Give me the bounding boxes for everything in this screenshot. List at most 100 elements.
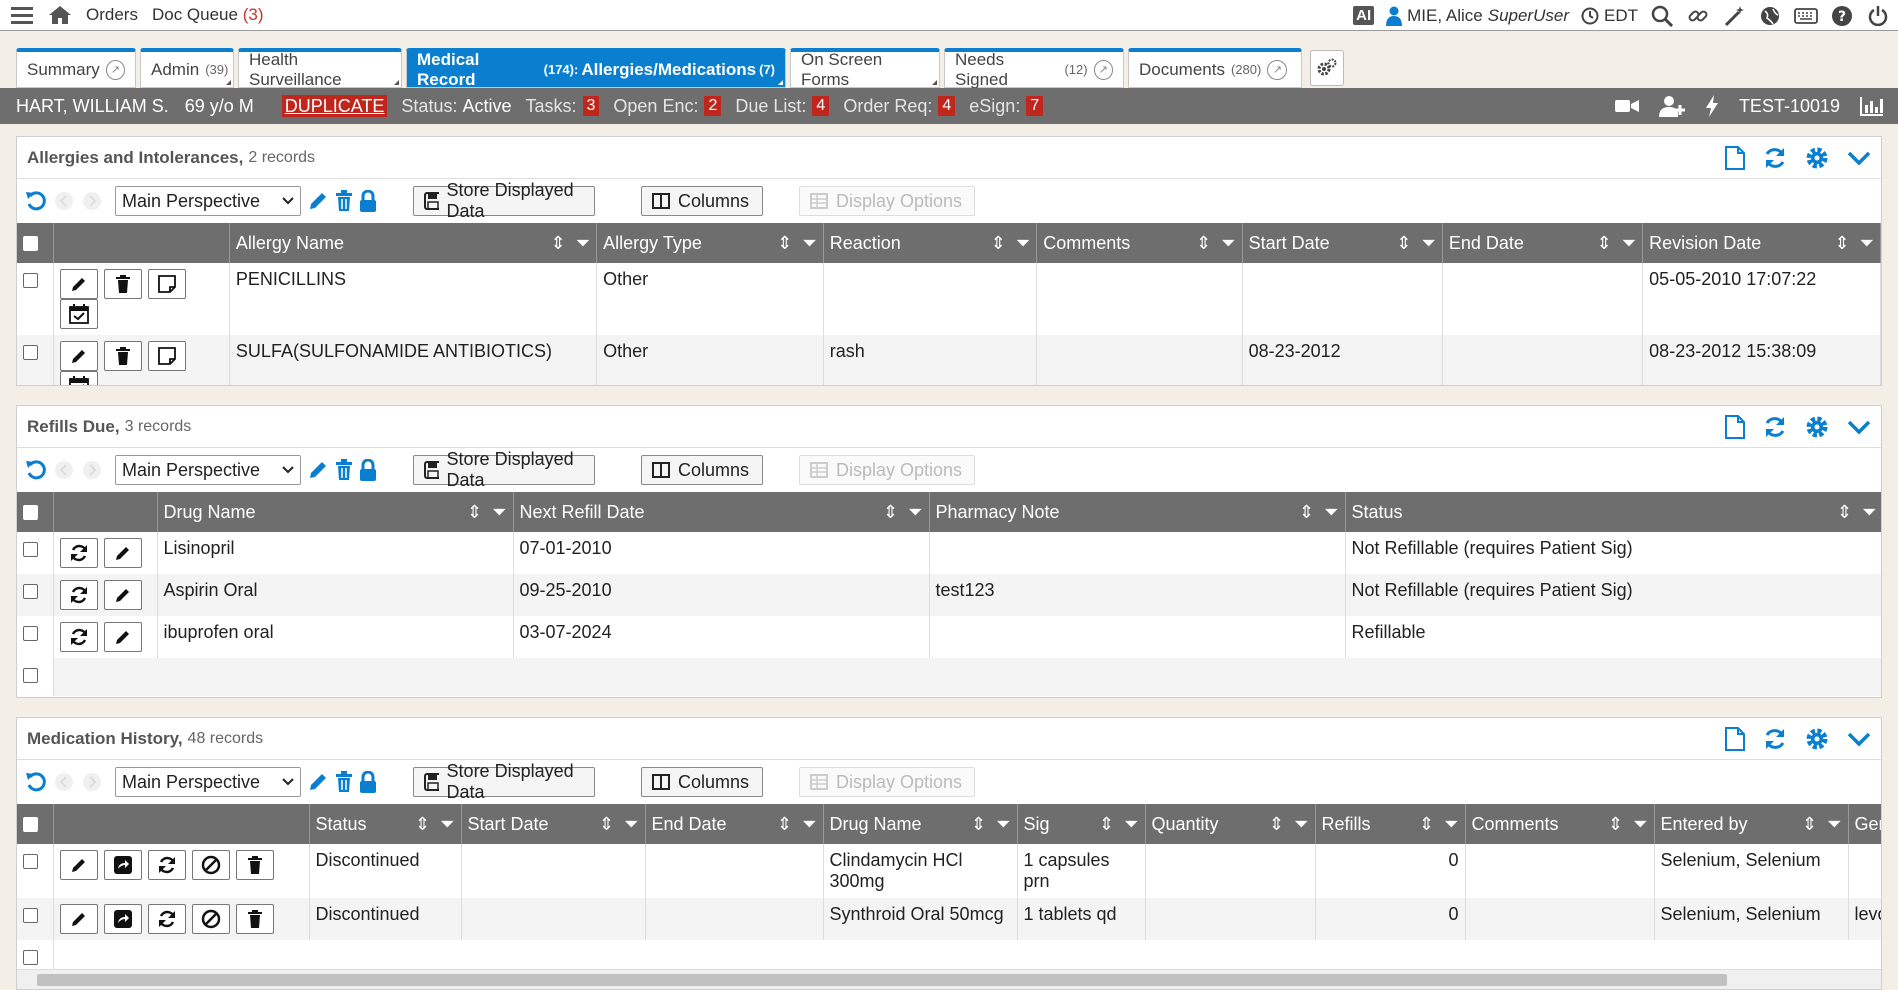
home-icon[interactable] xyxy=(48,3,72,27)
horizontal-scrollbar[interactable] xyxy=(17,969,1881,989)
store-displayed-data-button[interactable]: Store Displayed Data xyxy=(413,761,595,802)
timezone[interactable]: EDT xyxy=(1581,6,1638,26)
sort-icon[interactable]: ⇕ xyxy=(1608,814,1623,835)
discontinue-button[interactable] xyxy=(191,850,230,880)
edit-button[interactable] xyxy=(59,904,98,934)
column-header-quantity[interactable]: Quantity ⇕ ⏷ xyxy=(1145,804,1316,844)
filter-icon[interactable]: ⏷ xyxy=(802,233,816,254)
lightning-icon[interactable] xyxy=(1705,95,1719,117)
column-header-end-date[interactable]: End Date ⇕ ⏷ xyxy=(645,804,824,844)
columns-button[interactable]: Columns xyxy=(641,186,763,216)
edit-button[interactable] xyxy=(103,580,142,610)
sort-icon[interactable]: ⇕ xyxy=(1802,814,1817,835)
column-header-comments[interactable]: Comments ⇕ ⏷ xyxy=(1465,804,1655,844)
note-button[interactable] xyxy=(147,269,186,299)
filter-icon[interactable]: ⏷ xyxy=(1622,233,1636,254)
pencil-icon[interactable] xyxy=(307,190,329,212)
external-link-icon[interactable]: ↗ xyxy=(1093,59,1113,80)
lock-icon[interactable] xyxy=(359,771,377,793)
column-header-next-refill-date[interactable]: Next Refill Date ⇕ ⏷ xyxy=(513,492,930,532)
column-header-allergy-name[interactable]: Allergy Name ⇕ ⏷ xyxy=(229,223,598,263)
tasks-badge[interactable]: 3 xyxy=(582,96,600,116)
sort-icon[interactable]: ⇕ xyxy=(971,814,986,835)
undo-icon[interactable] xyxy=(25,771,47,793)
sort-icon[interactable]: ⇕ xyxy=(991,233,1006,254)
trash-icon[interactable] xyxy=(335,459,353,481)
row-checkbox[interactable] xyxy=(23,908,38,923)
lock-icon[interactable] xyxy=(359,459,377,481)
add-user-icon[interactable] xyxy=(1658,95,1685,117)
sort-icon[interactable]: ⇕ xyxy=(1597,233,1612,254)
tab-admin[interactable]: Admin (39) xyxy=(140,48,234,88)
tab-on-screen-forms[interactable]: On Screen Forms xyxy=(790,48,940,89)
sort-icon[interactable]: ⇕ xyxy=(467,502,482,523)
gear-icon[interactable] xyxy=(1805,146,1829,170)
hamburger-menu-icon[interactable] xyxy=(10,3,34,27)
filter-icon[interactable]: ⏷ xyxy=(1221,233,1235,254)
globe-icon[interactable] xyxy=(1758,4,1782,28)
edit-button[interactable] xyxy=(103,622,142,652)
new-document-icon[interactable] xyxy=(1725,727,1745,751)
filter-icon[interactable]: ⏷ xyxy=(1016,233,1030,254)
external-link-icon[interactable]: ↗ xyxy=(105,59,125,80)
delete-button[interactable] xyxy=(235,904,274,934)
table-row[interactable]: ibuprofen oral 03-07-2024 Refillable xyxy=(17,616,1881,658)
chevron-down-icon[interactable] xyxy=(1847,419,1871,435)
table-row[interactable]: SULFA(SULFONAMIDE ANTIBIOTICS) Other ras… xyxy=(17,335,1881,385)
table-row[interactable]: Discontinued Clindamycin HCl 300mg 1 cap… xyxy=(17,844,1881,898)
sort-icon[interactable]: ⇕ xyxy=(883,502,898,523)
perspective-select[interactable]: Main Perspective xyxy=(115,767,301,797)
filter-icon[interactable]: ⏷ xyxy=(996,814,1010,835)
scrollbar-thumb[interactable] xyxy=(37,974,1727,986)
tab-medical-record[interactable]: Medical Record (174): Allergies/Medicati… xyxy=(406,48,786,89)
store-displayed-data-button[interactable]: Store Displayed Data xyxy=(413,180,595,221)
column-header-start-date[interactable]: Start Date ⇕ ⏷ xyxy=(461,804,646,844)
orders-link[interactable]: Orders xyxy=(86,5,138,25)
chevron-down-icon[interactable] xyxy=(1847,731,1871,747)
note-button[interactable] xyxy=(147,341,186,371)
due-list-badge[interactable]: 4 xyxy=(812,96,830,116)
sort-icon[interactable]: ⇕ xyxy=(1419,814,1434,835)
discontinue-button[interactable] xyxy=(191,904,230,934)
video-camera-icon[interactable] xyxy=(1614,98,1639,114)
delete-button[interactable] xyxy=(235,850,274,880)
refill-button[interactable] xyxy=(59,580,98,610)
tab-summary[interactable]: Summary ↗ xyxy=(16,48,136,88)
user-menu[interactable]: MIE, Alice SuperUser xyxy=(1386,6,1569,26)
table-row[interactable]: PENICILLINS Other 05-05-2010 17:07:22 xyxy=(17,263,1881,335)
filter-icon[interactable]: ⏷ xyxy=(802,814,816,835)
select-all-checkbox[interactable] xyxy=(23,817,38,833)
columns-button[interactable]: Columns xyxy=(641,767,763,797)
calendar-check-button[interactable] xyxy=(59,371,98,385)
sort-icon[interactable]: ⇕ xyxy=(777,233,792,254)
renew-button[interactable] xyxy=(103,850,142,880)
row-checkbox[interactable] xyxy=(23,345,38,360)
sort-icon[interactable]: ⇕ xyxy=(1099,814,1114,835)
row-checkbox[interactable] xyxy=(23,584,38,599)
gear-icon[interactable] xyxy=(1805,727,1829,751)
perspective-select[interactable]: Main Perspective xyxy=(115,186,301,216)
trash-icon[interactable] xyxy=(335,771,353,793)
column-header-allergy-type[interactable]: Allergy Type ⇕ ⏷ xyxy=(596,223,824,263)
filter-icon[interactable]: ⏷ xyxy=(1827,814,1841,835)
column-header-drug-name[interactable]: Drug Name ⇕ ⏷ xyxy=(823,804,1018,844)
new-document-icon[interactable] xyxy=(1725,415,1745,439)
column-header-status[interactable]: Status ⇕ ⏷ xyxy=(309,804,462,844)
search-icon[interactable] xyxy=(1650,4,1674,28)
refill-button[interactable] xyxy=(59,622,98,652)
filter-icon[interactable]: ⏷ xyxy=(908,502,922,523)
table-row[interactable]: Aspirin Oral 09-25-2010 test123 Not Refi… xyxy=(17,574,1881,616)
sort-icon[interactable]: ⇕ xyxy=(777,814,792,835)
column-header-drug-name[interactable]: Drug Name ⇕ ⏷ xyxy=(157,492,514,532)
select-all-checkbox[interactable] xyxy=(23,236,38,252)
external-link-icon[interactable]: ↗ xyxy=(1267,59,1288,80)
table-row[interactable]: Lisinopril 07-01-2010 Not Refillable (re… xyxy=(17,532,1881,574)
help-icon[interactable]: ? xyxy=(1830,4,1854,28)
column-header-revision-date[interactable]: Revision Date ⇕ ⏷ xyxy=(1642,223,1881,263)
row-checkbox[interactable] xyxy=(23,854,38,869)
filter-icon[interactable]: ⏷ xyxy=(576,233,590,254)
chevron-down-icon[interactable] xyxy=(1847,150,1871,166)
column-header-entered-by[interactable]: Entered by ⇕ ⏷ xyxy=(1654,804,1849,844)
refresh-icon[interactable] xyxy=(1763,727,1787,751)
filter-icon[interactable]: ⏷ xyxy=(1862,502,1876,523)
